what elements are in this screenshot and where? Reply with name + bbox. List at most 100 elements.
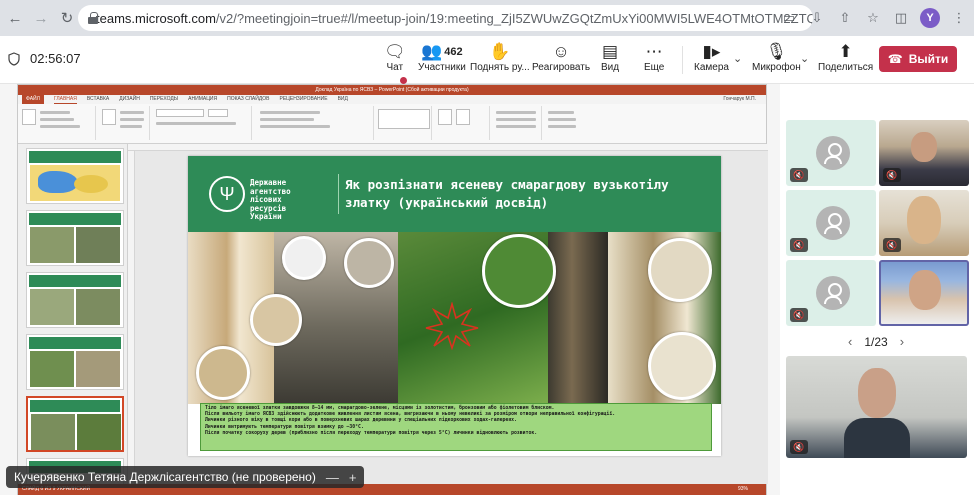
slide-thumbnail[interactable]: 2 <box>26 148 124 204</box>
mic-off-icon: 🔇 <box>883 168 901 182</box>
share-button[interactable]: ⬆ Поделиться <box>818 42 873 73</box>
zoom-out-icon[interactable]: — <box>326 470 339 485</box>
participant-tile[interactable]: 🔇 <box>786 190 876 256</box>
camera-button[interactable]: ▮▸ Камера <box>694 42 729 73</box>
side-panel-icon[interactable]: ◫ <box>892 9 910 27</box>
download-icon[interactable]: ⇩ <box>808 9 826 27</box>
smiley-icon: ☺ <box>552 42 570 61</box>
header-divider <box>338 174 339 214</box>
reload-icon[interactable]: ↻ <box>56 7 78 29</box>
participants-count: 462 <box>444 46 463 58</box>
photo-collage <box>188 232 721 404</box>
participant-body <box>844 418 910 458</box>
participant-tile[interactable]: 🔇 <box>786 260 876 326</box>
avatar <box>816 276 850 310</box>
ppt-tab: ВСТАВКА <box>86 96 110 102</box>
participant-tile-video[interactable]: 🔇 <box>879 120 969 186</box>
mic-label: Микрофон <box>752 62 801 73</box>
inset-photo-circle <box>250 294 302 346</box>
react-button[interactable]: ☺ Реагировать <box>532 42 590 73</box>
ppt-tab: ДИЗАЙН <box>119 96 140 102</box>
share-page-icon[interactable]: ⇧ <box>836 9 854 27</box>
inset-photo-circle <box>282 236 326 280</box>
inset-photo-circle <box>648 332 716 400</box>
ppt-ribbon <box>18 104 766 144</box>
gallery-pager: ‹ 1/23 › <box>848 334 908 349</box>
gallery-page-indicator: 1/23 <box>864 334 888 349</box>
participant-tile[interactable]: 🔇 <box>786 120 876 186</box>
profile-avatar[interactable]: Y <box>920 8 940 28</box>
avatar <box>816 136 850 170</box>
presenter-name: Кучерявенко Тетяна Держлісагентство (не … <box>14 470 316 484</box>
chat-unread-dot <box>400 77 407 84</box>
slide-thumbnail[interactable]: 4 <box>26 272 124 328</box>
ribbon-group <box>544 106 584 140</box>
participant-face <box>911 132 937 162</box>
ppt-tab: ПЕРЕХОДЫ <box>149 96 179 102</box>
chevron-left-icon[interactable]: ‹ <box>848 334 852 349</box>
ppt-tab: РЕЦЕНЗИРОВАНИЕ <box>279 96 328 102</box>
avatar <box>816 206 850 240</box>
view-button[interactable]: ▤ Вид <box>601 42 619 73</box>
ppt-zoom: 93% <box>737 486 748 492</box>
ppt-ribbon-tabs: ФАЙЛ ГЛАВНАЯ ВСТАВКА ДИЗАЙН ПЕРЕХОДЫ АНИ… <box>18 95 766 104</box>
vertical-ruler <box>128 151 135 484</box>
raise-hand-button[interactable]: ✋ Поднять ру... <box>470 42 530 73</box>
shield-icon <box>8 52 20 66</box>
mic-chevron-down-icon[interactable]: ⌄ <box>800 52 809 65</box>
cast-icon[interactable]: ▭ <box>780 9 798 27</box>
menu-dots-icon[interactable]: ⋮ <box>950 9 968 27</box>
slide-text-box: Тіло імаго ясеневої златки завдовжки 8–1… <box>200 403 712 451</box>
ribbon-group <box>18 106 96 140</box>
trident-emblem-icon: Ψ <box>209 176 245 212</box>
ppt-tab: ФАЙЛ <box>22 95 44 104</box>
ppt-title-bar: Доклад Україна по ЯСВЗ – PowerPoint (Сбо… <box>18 85 766 95</box>
view-label: Вид <box>601 62 620 73</box>
zoom-in-icon[interactable]: + <box>349 470 357 485</box>
ribbon-group <box>492 106 542 140</box>
slide-title: Як розпізнати ясеневу смарагдову вузькот… <box>345 177 669 210</box>
chevron-right-icon[interactable]: › <box>900 334 904 349</box>
inset-photo-circle <box>648 238 712 302</box>
forward-icon[interactable]: → <box>30 7 52 29</box>
participant-tile-video[interactable]: 🔇 <box>879 190 969 256</box>
mic-off-icon: 🔇 <box>790 238 808 252</box>
slide-thumbnails-panel: 2 3 4 5 6 7 <box>18 144 128 484</box>
ppt-user: Гончарук М.П. <box>723 96 756 102</box>
phone-hangup-icon: ☎ <box>887 52 903 66</box>
mic-off-icon: 🔇 <box>883 238 901 252</box>
ppt-tab: ВИД <box>337 96 348 102</box>
bookmark-star-icon[interactable]: ☆ <box>864 9 882 27</box>
leave-button[interactable]: ☎ Выйти <box>879 46 957 72</box>
camera-chevron-down-icon[interactable]: ⌄ <box>733 52 742 65</box>
ribbon-group <box>376 106 432 140</box>
participant-gallery: 🔇 🔇 🔇 🔇 🔇 ‹ 1/23 › 🔇 <box>780 84 974 495</box>
mic-off-icon: 🔇 <box>790 308 808 322</box>
leaf-damage-star-icon <box>425 302 479 350</box>
mic-off-icon: 🔇 <box>790 440 808 454</box>
browser-toolbar: ← → ↻ teams.microsoft.com/v2/?meetingjoi… <box>0 0 974 36</box>
slide-thumbnail[interactable]: 3 <box>26 210 124 266</box>
more-dots-icon: ⋯ <box>645 42 663 61</box>
share-label: Поделиться <box>818 62 874 73</box>
slide-thumbnail[interactable]: 5 <box>26 334 124 390</box>
participant-tile-active-speaker[interactable] <box>879 260 969 326</box>
address-bar[interactable]: teams.microsoft.com/v2/?meetingjoin=true… <box>78 5 813 31</box>
ppt-tab: ГЛАВНАЯ <box>53 96 77 104</box>
chat-label: Чат <box>386 62 404 73</box>
slide-thumbnail-selected[interactable]: 6 <box>26 396 124 452</box>
participant-face <box>907 196 941 244</box>
chat-button[interactable]: 🗨 Чат <box>384 42 406 73</box>
participants-button[interactable]: 👥 462 Участники <box>418 42 466 73</box>
mic-button[interactable]: 🎙 Микрофон <box>752 42 801 73</box>
camera-icon: ▮▸ <box>702 42 721 61</box>
more-label: Еще <box>644 62 665 73</box>
chat-icon: 🗨 <box>384 42 406 61</box>
more-button[interactable]: ⋯ Еще <box>644 42 664 73</box>
ribbon-group <box>98 106 150 140</box>
participant-tile-video[interactable]: 🔇 <box>786 356 967 458</box>
photo-trunk <box>548 232 608 404</box>
back-icon[interactable]: ← <box>4 7 26 29</box>
inset-photo-circle <box>344 238 394 288</box>
url-host: teams.microsoft.com <box>96 10 216 26</box>
